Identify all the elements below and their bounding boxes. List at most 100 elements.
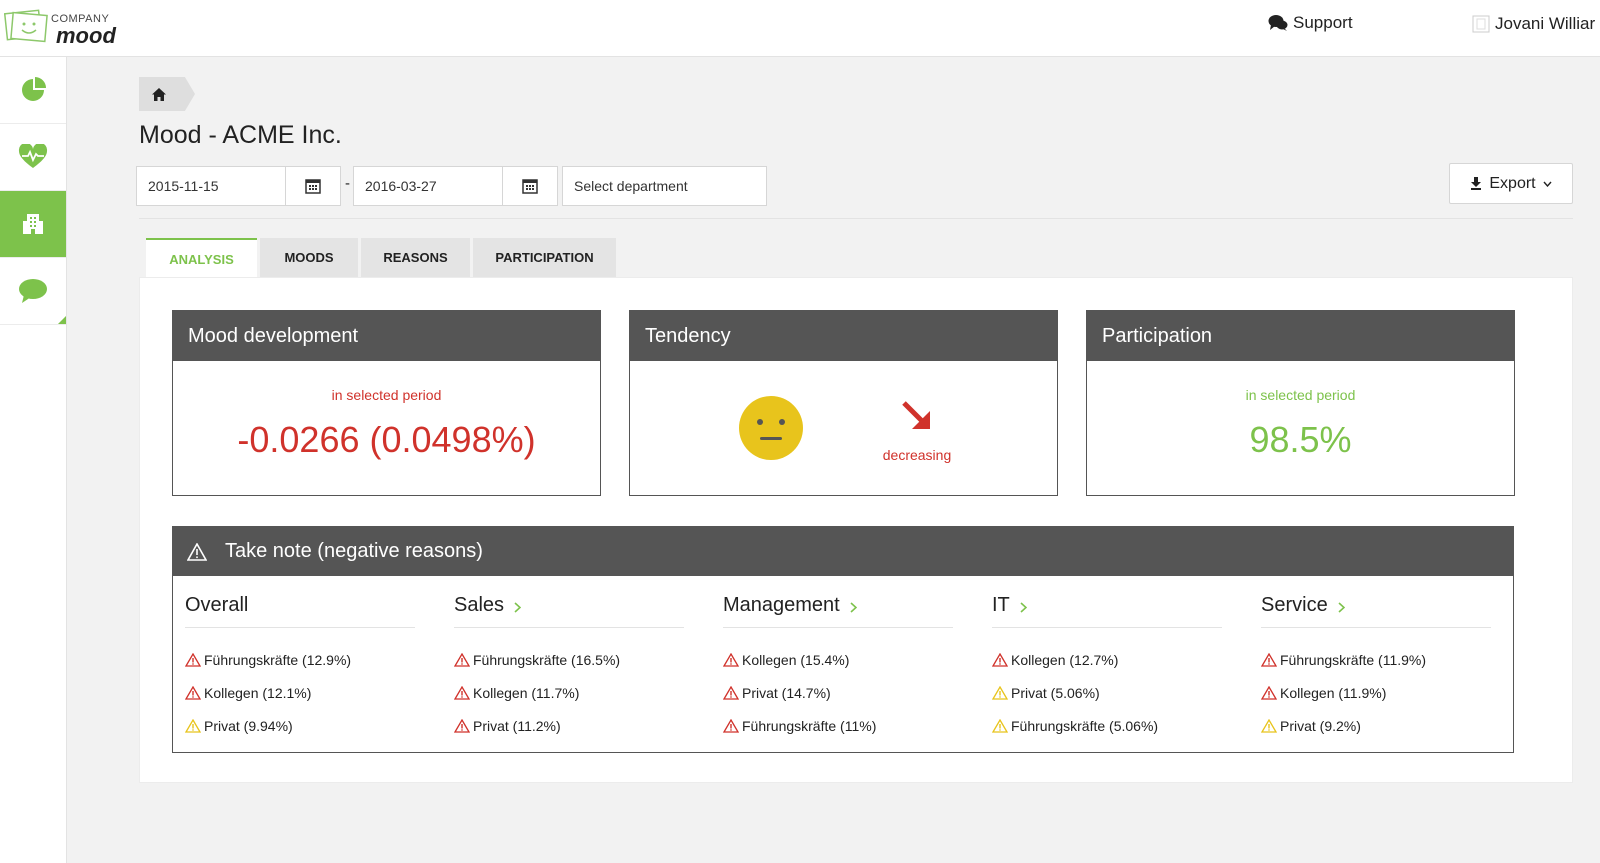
start-date-calendar-button[interactable] xyxy=(285,166,341,206)
neutral-face-icon xyxy=(739,396,803,460)
reason-column-title[interactable]: Service xyxy=(1261,591,1491,628)
warning-triangle-icon xyxy=(992,718,1008,733)
reason-text: Privat (11.2%) xyxy=(473,717,561,734)
department-select[interactable]: Select department xyxy=(562,166,767,206)
chevron-right-icon[interactable] xyxy=(1020,602,1027,613)
participation-card: Participation in selected period 98.5% xyxy=(1086,310,1515,496)
reason-column-title[interactable]: IT xyxy=(992,591,1222,628)
warning-triangle-icon xyxy=(185,718,201,733)
tab-moods[interactable]: MOODS xyxy=(260,238,358,277)
mood-development-value: -0.0266 (0.0498%) xyxy=(237,419,536,460)
reason-list: Führungskräfte (12.9%) Kollegen (12.1%) Pr… xyxy=(185,643,415,742)
calendar-icon xyxy=(305,179,321,194)
warning-triangle-icon xyxy=(1261,718,1277,733)
reason-item: Kollegen (12.7%) xyxy=(992,643,1222,676)
reason-column-service: Service Führungskräfte (11.9%) Kollegen (1… xyxy=(1261,591,1491,742)
user-avatar-icon xyxy=(1472,15,1490,33)
pie-chart-icon xyxy=(22,77,46,101)
reason-column-sales: Sales Führungskräfte (16.5%) Kollegen (11.… xyxy=(454,591,684,742)
tab-reasons[interactable]: REASONS xyxy=(361,238,470,277)
reason-item: Führungskräfte (12.9%) xyxy=(185,643,415,676)
reason-item: Kollegen (11.9%) xyxy=(1261,676,1491,709)
home-icon xyxy=(152,87,166,101)
warning-triangle-icon xyxy=(992,685,1008,700)
reason-text: Kollegen (15.4%) xyxy=(742,651,850,668)
reason-item: Privat (14.7%) xyxy=(723,676,953,709)
tab-participation[interactable]: PARTICIPATION xyxy=(473,238,616,277)
reason-column-title-text: Management xyxy=(723,593,840,616)
start-date-input[interactable]: 2015-11-15 xyxy=(136,166,286,206)
warning-triangle-icon xyxy=(723,652,739,667)
calendar-icon xyxy=(522,179,538,194)
mood-development-subtitle: in selected period xyxy=(331,387,442,403)
download-icon xyxy=(1471,177,1482,190)
analysis-panel: Mood development in selected period -0.0… xyxy=(139,277,1573,783)
date-range-separator: - xyxy=(345,175,350,192)
warning-triangle-icon xyxy=(454,652,470,667)
chevron-right-icon[interactable] xyxy=(1338,602,1345,613)
reason-list: Kollegen (12.7%) Privat (5.06%) Führungskr… xyxy=(992,643,1222,742)
sidebar-item-organization[interactable] xyxy=(0,191,66,258)
arrow-down-right-icon xyxy=(902,401,930,429)
warning-triangle-icon xyxy=(723,718,739,733)
sidebar-item-mood[interactable] xyxy=(0,124,66,191)
reason-item: Privat (11.2%) xyxy=(454,709,684,742)
chevron-right-icon[interactable] xyxy=(850,602,857,613)
logo-mark-icon xyxy=(3,9,48,43)
take-note-title: Take note (negative reasons) xyxy=(225,540,483,562)
reason-column-title[interactable]: Management xyxy=(723,591,953,628)
reason-item: Privat (5.06%) xyxy=(992,676,1222,709)
end-date-input[interactable]: 2016-03-27 xyxy=(353,166,503,206)
building-icon xyxy=(23,214,43,234)
reason-column-management: Management Kollegen (15.4%) Privat (14.7%)… xyxy=(723,591,953,742)
reason-column-title-text: Sales xyxy=(454,593,505,616)
reason-column-title-text: IT xyxy=(992,593,1010,616)
reason-text: Privat (14.7%) xyxy=(742,684,831,701)
support-link[interactable]: Support xyxy=(1268,13,1353,33)
reason-text: Führungskräfte (11.9%) xyxy=(1280,651,1427,668)
reason-text: Kollegen (12.7%) xyxy=(1011,651,1119,668)
warning-triangle-icon xyxy=(1261,652,1277,667)
warning-triangle-icon xyxy=(454,718,470,733)
sidebar xyxy=(0,57,67,863)
reason-text: Führungskräfte (16.5%) xyxy=(473,651,621,668)
filter-divider xyxy=(139,218,1573,219)
reason-item: Kollegen (15.4%) xyxy=(723,643,953,676)
reason-item: Führungskräfte (11.9%) xyxy=(1261,643,1491,676)
company-mood-logo[interactable]: COMPANY mood xyxy=(3,8,116,48)
reason-list: Führungskräfte (11.9%) Kollegen (11.9%) Pr… xyxy=(1261,643,1491,742)
reason-item: Führungskräfte (5.06%) xyxy=(992,709,1222,742)
breadcrumb-home[interactable] xyxy=(139,77,195,111)
support-label: Support xyxy=(1293,13,1353,32)
tendency-label: decreasing xyxy=(882,447,952,463)
take-note-section: Take note (negative reasons) Overall Führ… xyxy=(172,526,1514,753)
participation-title: Participation xyxy=(1087,311,1514,361)
export-button[interactable]: Export xyxy=(1449,163,1573,204)
user-menu[interactable]: Jovani Williar xyxy=(1472,14,1595,34)
heartbeat-icon xyxy=(18,144,48,168)
logo-mood-text: mood xyxy=(56,23,116,48)
sidebar-item-dashboard[interactable] xyxy=(0,57,66,124)
reason-list: Führungskräfte (16.5%) Kollegen (11.7%) Pr… xyxy=(454,643,684,742)
reason-item: Privat (9.2%) xyxy=(1261,709,1491,742)
reason-text: Privat (9.94%) xyxy=(204,717,293,734)
tab-analysis[interactable]: ANALYSIS xyxy=(146,238,257,278)
end-date-calendar-button[interactable] xyxy=(502,166,558,206)
chevron-right-icon[interactable] xyxy=(514,602,522,613)
reason-item: Führungskräfte (11%) xyxy=(723,709,953,742)
reason-column-title: Overall xyxy=(185,591,415,628)
top-bar: COMPANY mood Support Jovani Williar xyxy=(0,0,1600,57)
speech-bubble-icon xyxy=(19,279,47,303)
sidebar-item-comments[interactable] xyxy=(0,258,66,325)
warning-triangle-icon xyxy=(992,652,1008,667)
participation-value: 98.5% xyxy=(1249,419,1352,460)
reason-text: Kollegen (11.7%) xyxy=(473,684,580,701)
mood-development-title: Mood development xyxy=(173,311,600,361)
reason-column-title[interactable]: Sales xyxy=(454,591,684,628)
reason-column-it: IT Kollegen (12.7%) Privat (5.06%) Führungs… xyxy=(992,591,1222,742)
reason-item: Privat (9.94%) xyxy=(185,709,415,742)
tendency-title: Tendency xyxy=(630,311,1057,361)
reason-text: Kollegen (11.9%) xyxy=(1280,684,1387,701)
reason-item: Kollegen (12.1%) xyxy=(185,676,415,709)
reason-column-overall: Overall Führungskräfte (12.9%) Kollegen (1… xyxy=(185,591,415,742)
